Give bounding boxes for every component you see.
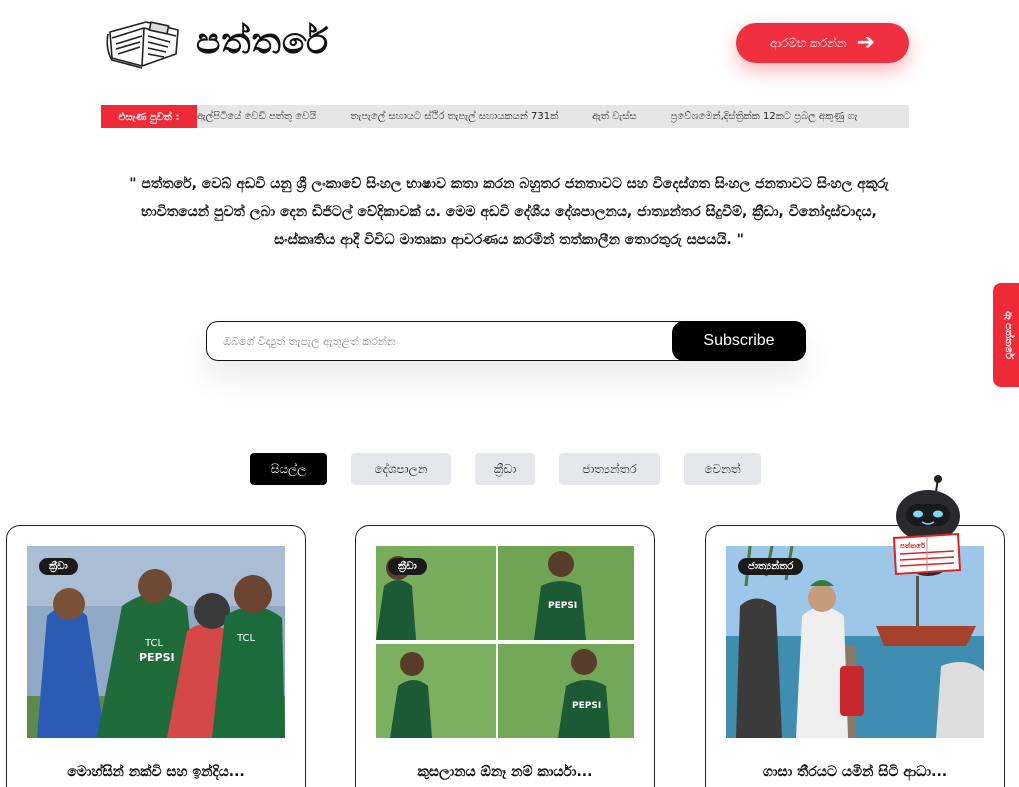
arrow-right-icon: ➔ <box>856 30 876 55</box>
ticker-item[interactable]: ඇත් වැස්ස <box>592 111 636 122</box>
filter-other[interactable]: වෙනත් <box>684 453 761 485</box>
filter-all[interactable]: සියල්ල <box>250 453 327 485</box>
category-badge: ක්‍රීඩා <box>388 558 427 575</box>
email-input[interactable] <box>207 322 672 360</box>
side-tab-label: ඈ පත්තරේ <box>1003 310 1014 359</box>
ticker-item[interactable]: තැපැලේ සහායට ස්ථිර තැපැල් සහායකයන් 731ක් <box>350 111 558 122</box>
category-badge: ක්‍රීඩා <box>39 558 78 575</box>
category-badge: ජාත්‍යන්තර <box>738 558 804 575</box>
breaking-news-label: එසැණ පුවත් : <box>101 105 197 128</box>
breaking-news-ticker: එසැණ පුවත් : ඇල්පිටියේ වෙඩි පත්තු වෙයි ත… <box>101 105 909 128</box>
category-filters: සියල්ල දේශපාලන ක්‍රීඩා ජාත්‍යන්තර වෙනත් <box>0 453 1019 485</box>
newspaper-icon <box>106 21 179 69</box>
svg-text:TCL: TCL <box>144 638 164 649</box>
ticker-item[interactable]: ප්‍රවේශමෙන්,දිස්ත්‍රික්ක 12කට ප්‍රබල අකු… <box>671 111 858 122</box>
ticker-items: ඇල්පිටියේ වෙඩි පත්තු වෙයි තැපැලේ සහායට ස… <box>197 105 892 128</box>
robot-mascot-icon[interactable]: පත්තරේ <box>886 474 966 584</box>
svg-text:TCL: TCL <box>236 633 256 644</box>
site-intro: " පත්තරේ, වෙබ් අඩවි යනු ශ්‍රී ලංකාවේ සිං… <box>129 176 889 248</box>
news-card-title[interactable]: කුසලානය ඕනෑ නම් කාර්යා... <box>356 764 654 780</box>
site-logo[interactable]: පත්තරේ <box>106 14 329 70</box>
news-card-title[interactable]: ගාසා තීරයට යමින් සිටි ආධා... <box>706 764 1004 780</box>
news-card[interactable]: TCL PEPSI TCL ක්‍රීඩා මොහ්සින් නක්වි සහ … <box>6 525 306 787</box>
filter-sports[interactable]: ක්‍රීඩා <box>475 453 535 485</box>
subscribe-button[interactable]: Subscribe <box>672 321 806 361</box>
get-started-button[interactable]: ආරම්භ කරන්න ➔ <box>736 23 909 63</box>
filter-politics[interactable]: දේශපාලන <box>351 453 451 485</box>
svg-text:PEPSI: PEPSI <box>572 701 601 711</box>
side-tab[interactable]: ඈ පත්තරේ <box>993 283 1019 387</box>
news-card-title[interactable]: මොහ්සින් නක්වි සහ ඉන්දිය... <box>7 764 305 780</box>
robot-sign-text: පත්තරේ <box>900 542 926 550</box>
filter-international[interactable]: ජාත්‍යන්තර <box>559 453 660 485</box>
svg-text:PEPSI: PEPSI <box>139 651 175 664</box>
ticker-item[interactable]: ඇල්පිටියේ වෙඩි පත්තු වෙයි <box>197 111 316 122</box>
news-card[interactable]: PEPSI PEPSI ක්‍රීඩා කුසලානය ඕනෑ නම් කාර්… <box>355 525 655 787</box>
svg-text:PEPSI: PEPSI <box>548 601 577 611</box>
subscribe-form: Subscribe <box>206 321 806 361</box>
logo-text: පත්තරේ <box>196 21 330 62</box>
get-started-label: ආරම්භ කරන්න <box>769 35 847 50</box>
